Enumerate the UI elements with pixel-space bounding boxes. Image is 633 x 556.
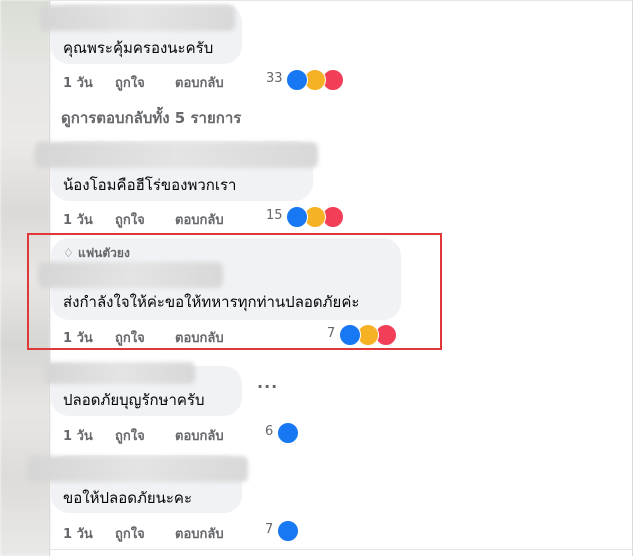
- highlight-annotation-box: [27, 233, 442, 350]
- like-icon: [286, 69, 308, 91]
- reply-button[interactable]: ตอบกลับ: [175, 425, 224, 446]
- reaction-count: 15: [266, 208, 283, 223]
- commenter-name-blurred[interactable]: [28, 456, 248, 482]
- reaction-summary[interactable]: 33: [266, 69, 348, 91]
- comment-time[interactable]: 1 วัน: [63, 523, 93, 544]
- commenter-name-blurred[interactable]: [40, 5, 235, 31]
- like-button[interactable]: ถูกใจ: [115, 425, 145, 446]
- reaction-summary[interactable]: 15: [266, 206, 348, 228]
- comment-actions: 1 วัน ถูกใจ ตอบกลับ: [63, 425, 293, 446]
- comment-actions: 1 วัน ถูกใจ ตอบกลับ: [63, 72, 293, 93]
- reaction-summary[interactable]: 6: [265, 422, 305, 444]
- reaction-count: 7: [265, 522, 274, 537]
- commenter-name-blurred[interactable]: [45, 362, 195, 384]
- like-icon: [286, 206, 308, 228]
- comment-text: คุณพระคุ้มครองนะครับ: [63, 39, 214, 57]
- reply-button[interactable]: ตอบกลับ: [175, 72, 224, 93]
- reply-button[interactable]: ตอบกลับ: [175, 209, 224, 230]
- comment-actions: 1 วัน ถูกใจ ตอบกลับ: [63, 523, 293, 544]
- comment-time[interactable]: 1 วัน: [63, 209, 93, 230]
- like-icon: [277, 520, 299, 542]
- top-border: [50, 0, 633, 1]
- bottom-border: [50, 549, 633, 550]
- like-button[interactable]: ถูกใจ: [115, 72, 145, 93]
- comment-actions: 1 วัน ถูกใจ ตอบกลับ: [63, 209, 293, 230]
- view-replies-link[interactable]: ดูการตอบกลับทั้ง 5 รายการ: [61, 106, 241, 130]
- reaction-summary[interactable]: 7: [265, 520, 305, 542]
- reply-button[interactable]: ตอบกลับ: [175, 523, 224, 544]
- more-options-button[interactable]: ...: [257, 373, 278, 392]
- like-button[interactable]: ถูกใจ: [115, 523, 145, 544]
- comment-text: ขอให้ปลอดภัยนะคะ: [63, 489, 193, 507]
- like-button[interactable]: ถูกใจ: [115, 209, 145, 230]
- reaction-count: 33: [266, 71, 283, 86]
- comment-text: น้องโอมคือฮีโร่ของพวกเรา: [63, 176, 237, 194]
- like-icon: [277, 422, 299, 444]
- commenter-name-blurred[interactable]: [35, 142, 318, 168]
- comment-time[interactable]: 1 วัน: [63, 425, 93, 446]
- comment-text: ปลอดภัยบุญรักษาครับ: [63, 391, 205, 409]
- reaction-count: 6: [265, 424, 274, 439]
- comment-time[interactable]: 1 วัน: [63, 72, 93, 93]
